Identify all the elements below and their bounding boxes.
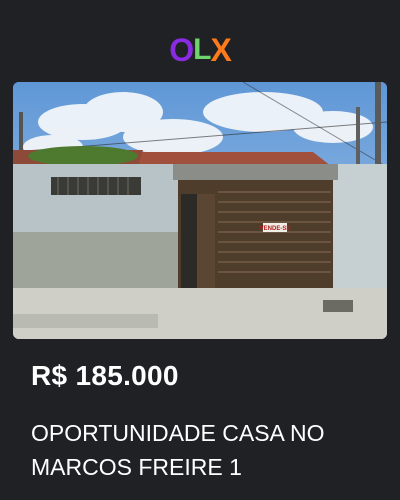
olx-logo: O L X (164, 30, 236, 70)
listing-photo[interactable]: VENDE-SE (13, 82, 387, 339)
listing-card[interactable]: O L X VENDE-SE R$ 185.000 OPORTUNIDADE C… (0, 0, 400, 500)
listing-price: R$ 185.000 (31, 360, 179, 391)
logo-letter-x: X (210, 32, 231, 68)
listing-title[interactable]: OPORTUNIDADE CASA NO MARCOS FREIRE 1 (31, 416, 376, 484)
logo-letter-o: O (169, 32, 194, 68)
house-photo-image: VENDE-SE (13, 82, 387, 339)
sale-sign-text: VENDE-SE (260, 226, 291, 232)
logo-letter-l: L (193, 33, 211, 66)
